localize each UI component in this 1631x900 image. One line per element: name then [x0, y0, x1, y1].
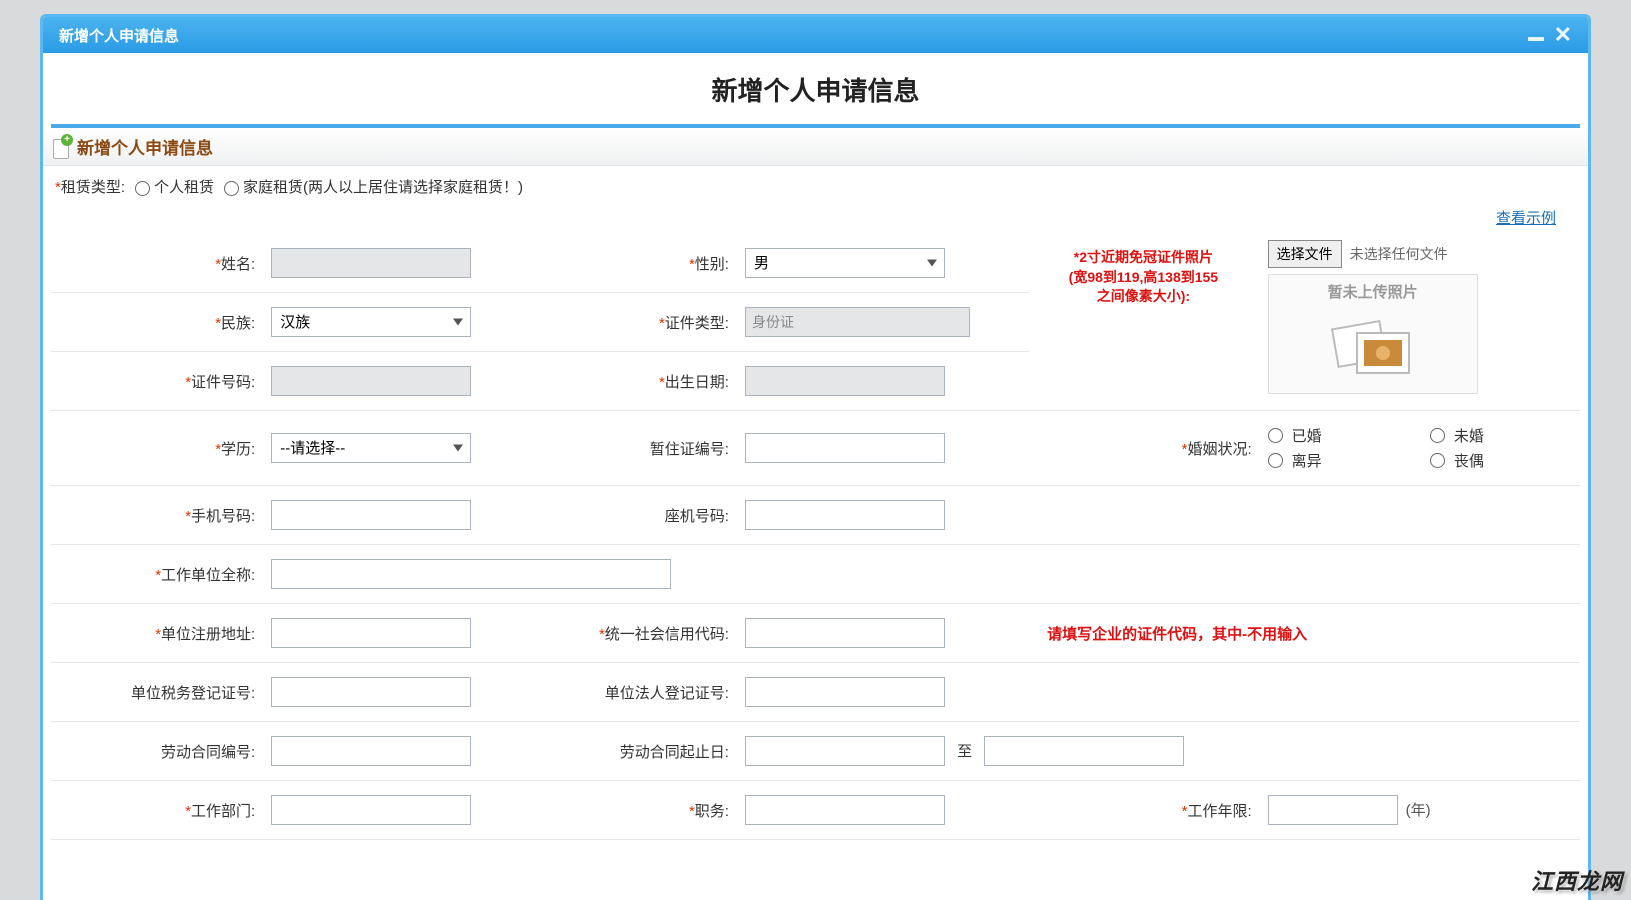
ethnic-select[interactable]: 汉族 [271, 307, 471, 337]
marital-widowed[interactable]: 丧偶 [1430, 450, 1574, 471]
dialog-window: 新增个人申请信息 ✕ 新增个人申请信息 新增个人申请信息 *租赁类型: 个人租赁… [40, 14, 1591, 900]
edu-label: 学历: [221, 441, 255, 458]
radio-icon[interactable] [1430, 453, 1445, 468]
contract-start-input[interactable] [745, 736, 945, 766]
gender-select[interactable]: 男 [745, 248, 945, 278]
temp-no-label: 暂住证编号: [650, 441, 729, 458]
lease-type-row: *租赁类型: 个人租赁 家庭租赁(两人以上居住请选择家庭租赁！) [51, 170, 1580, 203]
legal-no-label: 单位法人登记证号: [605, 685, 729, 702]
reg-addr-label: 单位注册地址: [161, 626, 255, 643]
dob-input[interactable] [745, 366, 945, 396]
radio-icon[interactable] [1268, 428, 1283, 443]
minimize-icon[interactable] [1528, 37, 1544, 41]
cert-type-input[interactable] [745, 307, 970, 337]
name-input[interactable] [271, 248, 471, 278]
section-bar: 新增个人申请信息 [43, 128, 1588, 166]
view-example-link[interactable]: 查看示例 [1496, 210, 1556, 227]
date-separator: 至 [949, 743, 980, 760]
choose-file-button[interactable]: 选择文件 [1268, 240, 1342, 268]
dialog-title: 新增个人申请信息 [59, 25, 1528, 46]
dialog-body: 新增个人申请信息 新增个人申请信息 *租赁类型: 个人租赁 家庭租赁(两人以上居… [43, 53, 1588, 900]
uscc-input[interactable] [745, 618, 945, 648]
year-unit: (年) [1406, 802, 1431, 819]
radio-icon[interactable] [1268, 453, 1283, 468]
form-table: *姓名: *性别: 男 *2寸近期免冠证件照片 (宽98到119,高138到15… [51, 234, 1580, 840]
landline-input[interactable] [745, 500, 945, 530]
photo-placeholder-icon [1328, 310, 1418, 380]
lease-type-label: 租赁类型: [61, 179, 125, 196]
watermark: 江西龙网 [1531, 864, 1623, 896]
years-label: 工作年限: [1188, 803, 1252, 820]
dept-input[interactable] [271, 795, 471, 825]
photo-hint: *2寸近期免冠证件照片 (宽98到119,高138到155 之间像素大小): [1035, 248, 1252, 307]
radio-icon[interactable] [1430, 428, 1445, 443]
ethnic-label: 民族: [221, 315, 255, 332]
mobile-input[interactable] [271, 500, 471, 530]
edu-select[interactable]: --请选择-- [271, 433, 471, 463]
company-label: 工作单位全称: [161, 567, 255, 584]
company-input[interactable] [271, 559, 671, 589]
lease-family-option[interactable]: 家庭租赁(两人以上居住请选择家庭租赁！) [224, 176, 523, 197]
tax-no-label: 单位税务登记证号: [131, 685, 255, 702]
temp-no-input[interactable] [745, 433, 945, 463]
mobile-label: 手机号码: [191, 508, 255, 525]
close-icon[interactable]: ✕ [1554, 24, 1572, 46]
contract-end-input[interactable] [984, 736, 1184, 766]
radio-icon[interactable] [224, 181, 239, 196]
no-file-text: 未选择任何文件 [1350, 244, 1448, 264]
legal-no-input[interactable] [745, 677, 945, 707]
dob-label: 出生日期: [665, 374, 729, 391]
section-title: 新增个人申请信息 [77, 134, 213, 159]
reg-addr-input[interactable] [271, 618, 471, 648]
add-document-icon [53, 136, 71, 158]
uscc-label: 统一社会信用代码: [605, 626, 729, 643]
radio-icon[interactable] [135, 181, 150, 196]
uscc-hint: 请填写企业的证件代码，其中-不用输入 [1035, 626, 1307, 643]
lease-personal-option[interactable]: 个人租赁 [135, 176, 214, 197]
marital-options: 已婚 未婚 离异 丧偶 [1268, 425, 1574, 471]
landline-label: 座机号码: [665, 508, 729, 525]
dept-label: 工作部门: [191, 803, 255, 820]
marital-label: 婚姻状况: [1188, 441, 1252, 458]
cert-no-label: 证件号码: [191, 374, 255, 391]
dialog-header: 新增个人申请信息 ✕ [43, 17, 1588, 53]
name-label: 姓名: [221, 256, 255, 273]
position-label: 职务: [695, 803, 729, 820]
contract-dates-label: 劳动合同起止日: [620, 744, 729, 761]
marital-divorced[interactable]: 离异 [1268, 450, 1412, 471]
tax-no-input[interactable] [271, 677, 471, 707]
contract-no-label: 劳动合同编号: [161, 744, 255, 761]
gender-label: 性别: [695, 256, 729, 273]
marital-married[interactable]: 已婚 [1268, 425, 1412, 446]
marital-single[interactable]: 未婚 [1430, 425, 1574, 446]
photo-placeholder: 暂未上传照片 [1268, 274, 1478, 394]
page-heading: 新增个人申请信息 [43, 53, 1588, 124]
contract-no-input[interactable] [271, 736, 471, 766]
cert-no-input[interactable] [271, 366, 471, 396]
cert-type-label: 证件类型: [665, 315, 729, 332]
position-input[interactable] [745, 795, 945, 825]
years-input[interactable] [1268, 795, 1398, 825]
